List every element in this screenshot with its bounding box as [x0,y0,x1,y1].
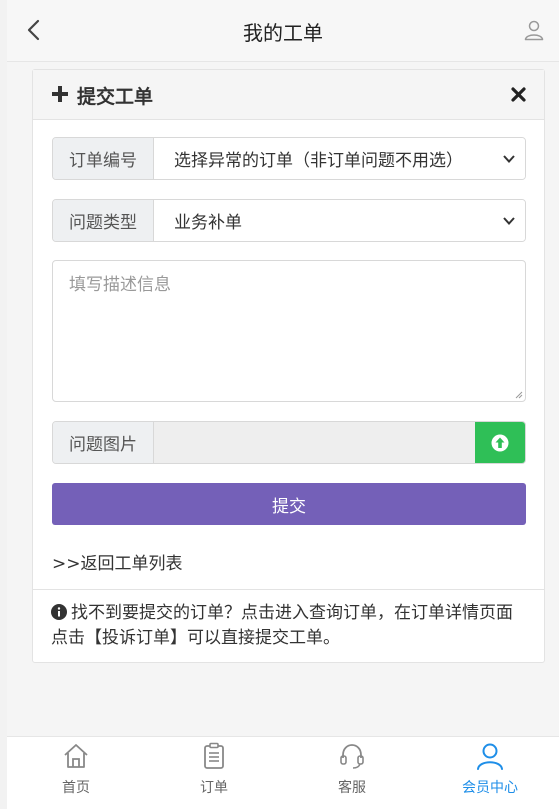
info-icon [51,604,67,620]
order-number-label: 订单编号 [53,138,154,179]
submit-button[interactable]: 提交 [52,483,526,525]
panel-title: 提交工单 [77,86,154,108]
tab-label: 首页 [62,780,90,796]
upload-icon [491,434,509,451]
tab-label: 订单 [200,780,228,796]
user-icon [477,743,503,770]
headset-icon [340,744,364,769]
page: 我的工单 提交工单 订单编号 选择异常的订单（非订单问题不用选） 问题类型 业务… [7,0,559,809]
help-tip: 找不到要提交的订单？点击进入查询订单，在订单详情页面点击【投诉订单】可以直接提交… [33,589,544,662]
tab-label: 会员中心 [462,780,518,796]
page-title: 我的工单 [243,21,323,45]
plus-icon [52,86,68,102]
help-tip-text[interactable]: 找不到要提交的订单？点击进入查询订单，在订单详情页面点击【投诉订单】可以直接提交… [51,603,513,648]
tab-home[interactable]: 首页 [7,737,145,809]
tab-label: 客服 [338,780,366,796]
resize-handle-icon[interactable] [515,391,523,399]
tab-service[interactable]: 客服 [283,737,421,809]
issue-image-field[interactable] [154,422,475,463]
issue-type-group: 问题类型 业务补单 [52,199,526,242]
issue-type-value: 业务补单 [174,213,242,233]
chevron-down-icon [503,217,515,225]
panel-header: 提交工单 [33,70,544,120]
description-placeholder: 填写描述信息 [69,275,171,295]
order-number-group: 订单编号 选择异常的订单（非订单问题不用选） [52,137,526,180]
profile-icon[interactable] [523,19,545,41]
top-bar: 我的工单 [7,0,559,62]
home-icon [64,744,88,768]
order-number-select[interactable]: 选择异常的订单（非订单问题不用选） [154,138,525,179]
tab-orders[interactable]: 订单 [145,737,283,809]
issue-type-select[interactable]: 业务补单 [154,200,525,241]
issue-type-label: 问题类型 [53,200,154,241]
issue-image-group: 问题图片 [52,421,526,464]
description-textarea[interactable]: 填写描述信息 [52,260,526,402]
tab-member-center[interactable]: 会员中心 [421,737,559,809]
back-to-ticket-list-link[interactable]: >>返回工单列表 [52,549,183,574]
clipboard-icon [204,742,224,769]
order-number-value: 选择异常的订单（非订单问题不用选） [174,151,463,171]
issue-image-label: 问题图片 [53,422,154,463]
submit-ticket-panel: 提交工单 订单编号 选择异常的订单（非订单问题不用选） 问题类型 业务补单 填写… [32,69,545,663]
close-icon[interactable] [511,87,526,102]
bottom-tab-bar: 首页 订单 客服 会员中心 [7,736,559,809]
upload-button[interactable] [475,422,525,463]
chevron-down-icon [503,155,515,163]
